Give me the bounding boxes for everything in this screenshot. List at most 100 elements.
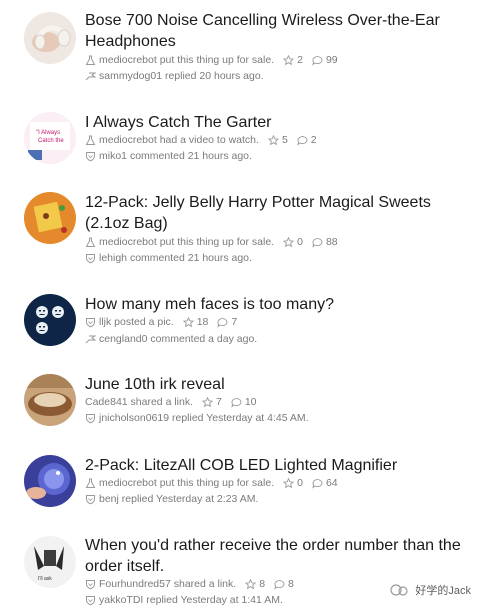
- action-text: put this thing up for sale.: [159, 236, 275, 248]
- item-title[interactable]: 2-Pack: LitezAll COB LED Lighted Magnifi…: [85, 455, 475, 476]
- action-user[interactable]: mediocrebot: [99, 133, 157, 147]
- star-icon: [283, 477, 295, 489]
- reply-text: replied Yesterday at 1:41 AM.: [146, 594, 283, 606]
- item-reply: yakkoTDI replied Yesterday at 1:41 AM.: [85, 593, 283, 607]
- item-action: mediocrebot put this thing up for sale. …: [85, 53, 338, 67]
- item-reply: miko1 commented 21 hours ago.: [85, 149, 252, 163]
- item-title[interactable]: How many meh faces is too many?: [85, 294, 475, 315]
- thumbnail-order-number[interactable]: I'll ask: [24, 536, 76, 588]
- flask-icon: [85, 135, 96, 146]
- action-text: had a video to watch.: [159, 134, 259, 146]
- shield-icon: [85, 413, 96, 424]
- comment-icon: [312, 237, 323, 248]
- item-action: Cade841 shared a link. 7 10: [85, 395, 257, 409]
- star-count[interactable]: 0: [283, 235, 303, 249]
- comment-icon: [274, 579, 285, 590]
- item-action: Fourhundred57 shared a link. 8 8: [85, 577, 294, 591]
- shield-icon: [85, 494, 96, 505]
- comment-count[interactable]: 64: [312, 476, 338, 490]
- star-icon: [182, 316, 194, 328]
- star-count[interactable]: 7: [202, 395, 222, 409]
- comment-icon: [312, 478, 323, 489]
- reply-user[interactable]: benj: [99, 492, 119, 506]
- thumbnail-irk-reveal[interactable]: [24, 374, 76, 426]
- shield-icon: [85, 595, 96, 606]
- svg-text:Catch the: Catch the: [38, 138, 64, 144]
- comment-count[interactable]: 88: [312, 235, 338, 249]
- item-action: mediocrebot had a video to watch. 5 2: [85, 133, 317, 147]
- shield-icon: [85, 151, 96, 162]
- action-text: shared a link.: [130, 396, 193, 408]
- svg-text:"I Always: "I Always: [36, 130, 60, 136]
- shield-icon: [85, 317, 96, 328]
- comment-icon: [231, 397, 242, 408]
- comment-count[interactable]: 7: [217, 315, 237, 329]
- star-icon: [245, 578, 257, 590]
- thumbnail-jelly-belly[interactable]: [24, 192, 76, 244]
- action-text: put this thing up for sale.: [159, 477, 275, 489]
- comment-count[interactable]: 99: [312, 53, 338, 67]
- star-icon: [267, 134, 279, 146]
- reply-user[interactable]: sammydog01: [99, 69, 162, 83]
- reply-text: commented 21 hours ago.: [129, 150, 252, 162]
- shield-icon: [85, 253, 96, 264]
- svg-text:I'll ask: I'll ask: [38, 576, 52, 582]
- action-user[interactable]: Fourhundred57: [99, 577, 171, 591]
- item-title[interactable]: 12-Pack: Jelly Belly Harry Potter Magica…: [85, 192, 475, 234]
- reply-user[interactable]: jnicholson0619: [99, 411, 169, 425]
- reply-user[interactable]: miko1: [99, 149, 127, 163]
- reply-user[interactable]: yakkoTDI: [99, 593, 143, 607]
- action-text: shared a link.: [173, 578, 237, 590]
- action-user[interactable]: lljk: [99, 315, 111, 329]
- star-icon: [283, 54, 295, 66]
- comment-count[interactable]: 8: [274, 577, 294, 591]
- star-count[interactable]: 2: [283, 53, 303, 67]
- reply-text: commented 21 hours ago.: [129, 252, 252, 264]
- flag-icon: [85, 71, 96, 82]
- reply-text: replied Yesterday at 4:45 AM.: [171, 412, 309, 424]
- item-reply: benj replied Yesterday at 2:23 AM.: [85, 492, 258, 506]
- watermark: 好学的Jack: [389, 582, 471, 598]
- reply-text: commented a day ago.: [150, 333, 258, 345]
- comment-icon: [297, 135, 308, 146]
- star-icon: [283, 236, 295, 248]
- item-title[interactable]: When you'd rather receive the order numb…: [85, 535, 475, 577]
- thumbnail-garter[interactable]: "I Always Catch the: [24, 112, 76, 164]
- action-user[interactable]: mediocrebot: [99, 476, 157, 490]
- action-user[interactable]: Cade841: [85, 395, 128, 409]
- star-count[interactable]: 5: [267, 133, 288, 147]
- star-count[interactable]: 8: [245, 577, 265, 591]
- item-reply: cengland0 commented a day ago.: [85, 332, 257, 346]
- comment-icon: [217, 317, 228, 328]
- item-action: lljk posted a pic. 18 7: [85, 315, 237, 329]
- item-action: mediocrebot put this thing up for sale. …: [85, 235, 338, 249]
- wechat-icon: [389, 583, 411, 597]
- comment-count[interactable]: 10: [231, 395, 257, 409]
- item-action: mediocrebot put this thing up for sale. …: [85, 476, 338, 490]
- comment-icon: [312, 55, 323, 66]
- reply-text: replied 20 hours ago.: [164, 70, 264, 82]
- shield-icon: [85, 579, 96, 590]
- thumbnail-meh-faces[interactable]: [24, 294, 76, 346]
- reply-user[interactable]: lehigh: [99, 251, 127, 265]
- flask-icon: [85, 478, 96, 489]
- action-user[interactable]: mediocrebot: [99, 235, 157, 249]
- item-title[interactable]: I Always Catch The Garter: [85, 112, 475, 133]
- thumbnail-magnifier[interactable]: [24, 455, 76, 507]
- flag-icon: [85, 334, 96, 345]
- flask-icon: [85, 237, 96, 248]
- item-title[interactable]: Bose 700 Noise Cancelling Wireless Over-…: [85, 10, 475, 52]
- flask-icon: [85, 55, 96, 66]
- action-text: put this thing up for sale.: [159, 54, 275, 66]
- comment-count[interactable]: 2: [297, 133, 317, 147]
- item-reply: lehigh commented 21 hours ago.: [85, 251, 252, 265]
- star-icon: [202, 396, 213, 408]
- item-reply: sammydog01 replied 20 hours ago.: [85, 69, 264, 83]
- action-user[interactable]: mediocrebot: [99, 53, 157, 67]
- item-reply: jnicholson0619 replied Yesterday at 4:45…: [85, 411, 309, 425]
- thumbnail-headphones[interactable]: [24, 12, 76, 64]
- star-count[interactable]: 0: [283, 476, 303, 490]
- reply-user[interactable]: cengland0: [99, 332, 147, 346]
- item-title[interactable]: June 10th irk reveal: [85, 374, 475, 395]
- star-count[interactable]: 18: [182, 315, 208, 329]
